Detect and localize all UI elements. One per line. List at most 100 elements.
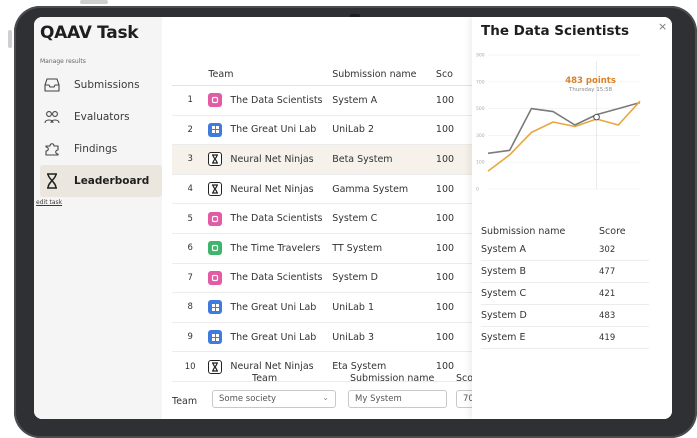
score-table-score: 477 xyxy=(599,260,649,283)
sidebar-item-label: Findings xyxy=(74,143,118,155)
y-tick-label: 900 xyxy=(476,53,485,59)
team-cell: The Time Travelers xyxy=(208,233,333,264)
team-name: Neural Net Ninjas xyxy=(230,153,314,165)
score-table-name: System D xyxy=(481,304,599,327)
rank-header xyxy=(172,63,209,86)
manage-results-label: Manage results xyxy=(40,58,86,65)
score-table-row: System B 477 xyxy=(481,260,649,283)
score-cell: 100 xyxy=(435,174,472,205)
rank-cell: 6 xyxy=(172,233,209,264)
team-cell: The Data Scientists xyxy=(208,85,333,116)
team-select[interactable]: Some society ⌄ xyxy=(212,390,336,408)
rank-cell: 2 xyxy=(172,115,209,146)
close-icon[interactable]: × xyxy=(658,20,667,33)
submission-cell: System C xyxy=(332,203,436,234)
table-row[interactable]: 2 The Great Uni Lab UniLab 2 100 xyxy=(172,115,472,146)
table-row[interactable]: 7 The Data Scientists System D 100 xyxy=(172,263,472,294)
y-tick-label: 100 xyxy=(476,160,485,166)
table-row[interactable]: 9 The Great Uni Lab UniLab 3 100 xyxy=(172,322,472,353)
y-tick-label: 500 xyxy=(476,106,485,112)
score-cell: 100 xyxy=(435,115,472,146)
team-cell: The Great Uni Lab xyxy=(208,115,333,146)
team-green-icon xyxy=(208,241,223,256)
sidebar-item-label: Submissions xyxy=(74,79,140,91)
team-header[interactable]: Team xyxy=(208,63,333,86)
score-table-name: System C xyxy=(481,282,599,305)
puzzle-icon xyxy=(42,141,62,157)
score-cell: 100 xyxy=(435,292,472,323)
sidebar-item-submissions[interactable]: Submissions xyxy=(40,69,162,101)
table-row[interactable]: 1 The Data Scientists System A 100 xyxy=(172,85,472,116)
score-table-header: Submission name Score xyxy=(481,223,649,239)
form-team-column: Team xyxy=(252,373,278,384)
score-table-name: System B xyxy=(481,260,599,283)
score-chart: 900 700 500 300 100 0 483 pointsThursday 15:58 xyxy=(476,53,641,193)
tooltip-points: 483 points xyxy=(565,76,616,86)
team-name: The Data Scientists xyxy=(230,94,323,106)
sidebar-nav: Submissions Evaluators Findings Leaderbo… xyxy=(40,69,162,197)
score-cell: 100 xyxy=(435,233,472,264)
team-name: The Data Scientists xyxy=(230,272,323,284)
score-table-row: System A 302 xyxy=(481,239,649,261)
rank-cell: 4 xyxy=(172,174,209,205)
team-cell: The Great Uni Lab xyxy=(208,322,333,353)
submission-name-input[interactable]: My System xyxy=(348,390,447,408)
edit-task-link[interactable]: edit task xyxy=(36,199,62,206)
team-cell: Neural Net Ninjas xyxy=(208,174,333,205)
table-row[interactable]: 5 The Data Scientists System C 100 xyxy=(172,203,472,234)
sidebar-item-evaluators[interactable]: Evaluators xyxy=(40,101,162,133)
team-cell: The Great Uni Lab xyxy=(208,292,333,323)
team-cell: The Data Scientists xyxy=(208,203,333,234)
add-submission-form: Team Submission name Sco Team Some socie… xyxy=(172,372,486,419)
inbox-icon xyxy=(42,77,62,93)
score-cell: 100 xyxy=(435,85,472,116)
sidebar-item-findings[interactable]: Findings xyxy=(40,133,162,165)
submission-header[interactable]: Submission name xyxy=(332,63,436,86)
score-table-row: System C 421 xyxy=(481,282,649,305)
team-detail-panel: The Data Scientists × 900 700 500 300 100 0 48… xyxy=(472,17,672,419)
table-row[interactable]: 3 Neural Net Ninjas Beta System 100 xyxy=(172,144,472,175)
submission-cell: UniLab 2 xyxy=(332,115,436,146)
rank-cell: 9 xyxy=(172,322,209,353)
table-row[interactable]: 8 The Great Uni Lab UniLab 1 100 xyxy=(172,292,472,323)
submission-cell: System A xyxy=(332,85,436,116)
team-blue-icon xyxy=(208,300,223,315)
team-pink-icon xyxy=(208,270,223,285)
y-tick-label: 300 xyxy=(476,133,485,139)
rank-cell: 5 xyxy=(172,203,209,234)
team-name: The Data Scientists xyxy=(230,213,323,225)
score-header[interactable]: Sco xyxy=(435,63,472,86)
team-blue-icon xyxy=(208,330,223,345)
score-table-name: System E xyxy=(481,326,599,349)
panel-title: The Data Scientists xyxy=(481,23,629,39)
y-tick-label: 700 xyxy=(476,79,485,85)
sidebar: QAAV Task Manage results Submissions Eva… xyxy=(34,17,162,419)
form-row-label: Team xyxy=(172,396,198,407)
sidebar-item-leaderboard[interactable]: Leaderboard xyxy=(40,165,162,197)
y-tick-label: 0 xyxy=(476,187,479,193)
score-table-name: System A xyxy=(481,239,599,261)
team-pink-icon xyxy=(208,211,223,226)
team-pink-icon xyxy=(208,93,223,108)
tooltip-time: Thursday 15:58 xyxy=(568,87,613,93)
score-table-score: 302 xyxy=(599,239,649,261)
team-name: The Time Travelers xyxy=(230,242,321,254)
score-cell: 100 xyxy=(435,263,472,294)
series-line xyxy=(487,101,641,155)
leaderboard-table: Team Submission name Sco 1 The Data Scien… xyxy=(172,63,472,419)
team-name: The Great Uni Lab xyxy=(230,331,317,343)
submission-cell: UniLab 1 xyxy=(332,292,436,323)
table-row[interactable]: 4 Neural Net Ninjas Gamma System 100 xyxy=(172,174,472,205)
users-icon xyxy=(42,109,62,125)
score-cell: 100 xyxy=(435,322,472,353)
table-row[interactable]: 6 The Time Travelers TT System 100 xyxy=(172,233,472,264)
team-name: Neural Net Ninjas xyxy=(230,183,314,195)
rank-cell: 3 xyxy=(172,144,209,175)
team-cell: Neural Net Ninjas xyxy=(208,144,333,175)
team-cell: The Data Scientists xyxy=(208,263,333,294)
team-select-value: Some society xyxy=(219,394,277,404)
rank-cell: 7 xyxy=(172,263,209,294)
score-table-score: 419 xyxy=(599,326,649,349)
team-name: The Great Uni Lab xyxy=(230,301,317,313)
score-cell: 100 xyxy=(435,203,472,234)
